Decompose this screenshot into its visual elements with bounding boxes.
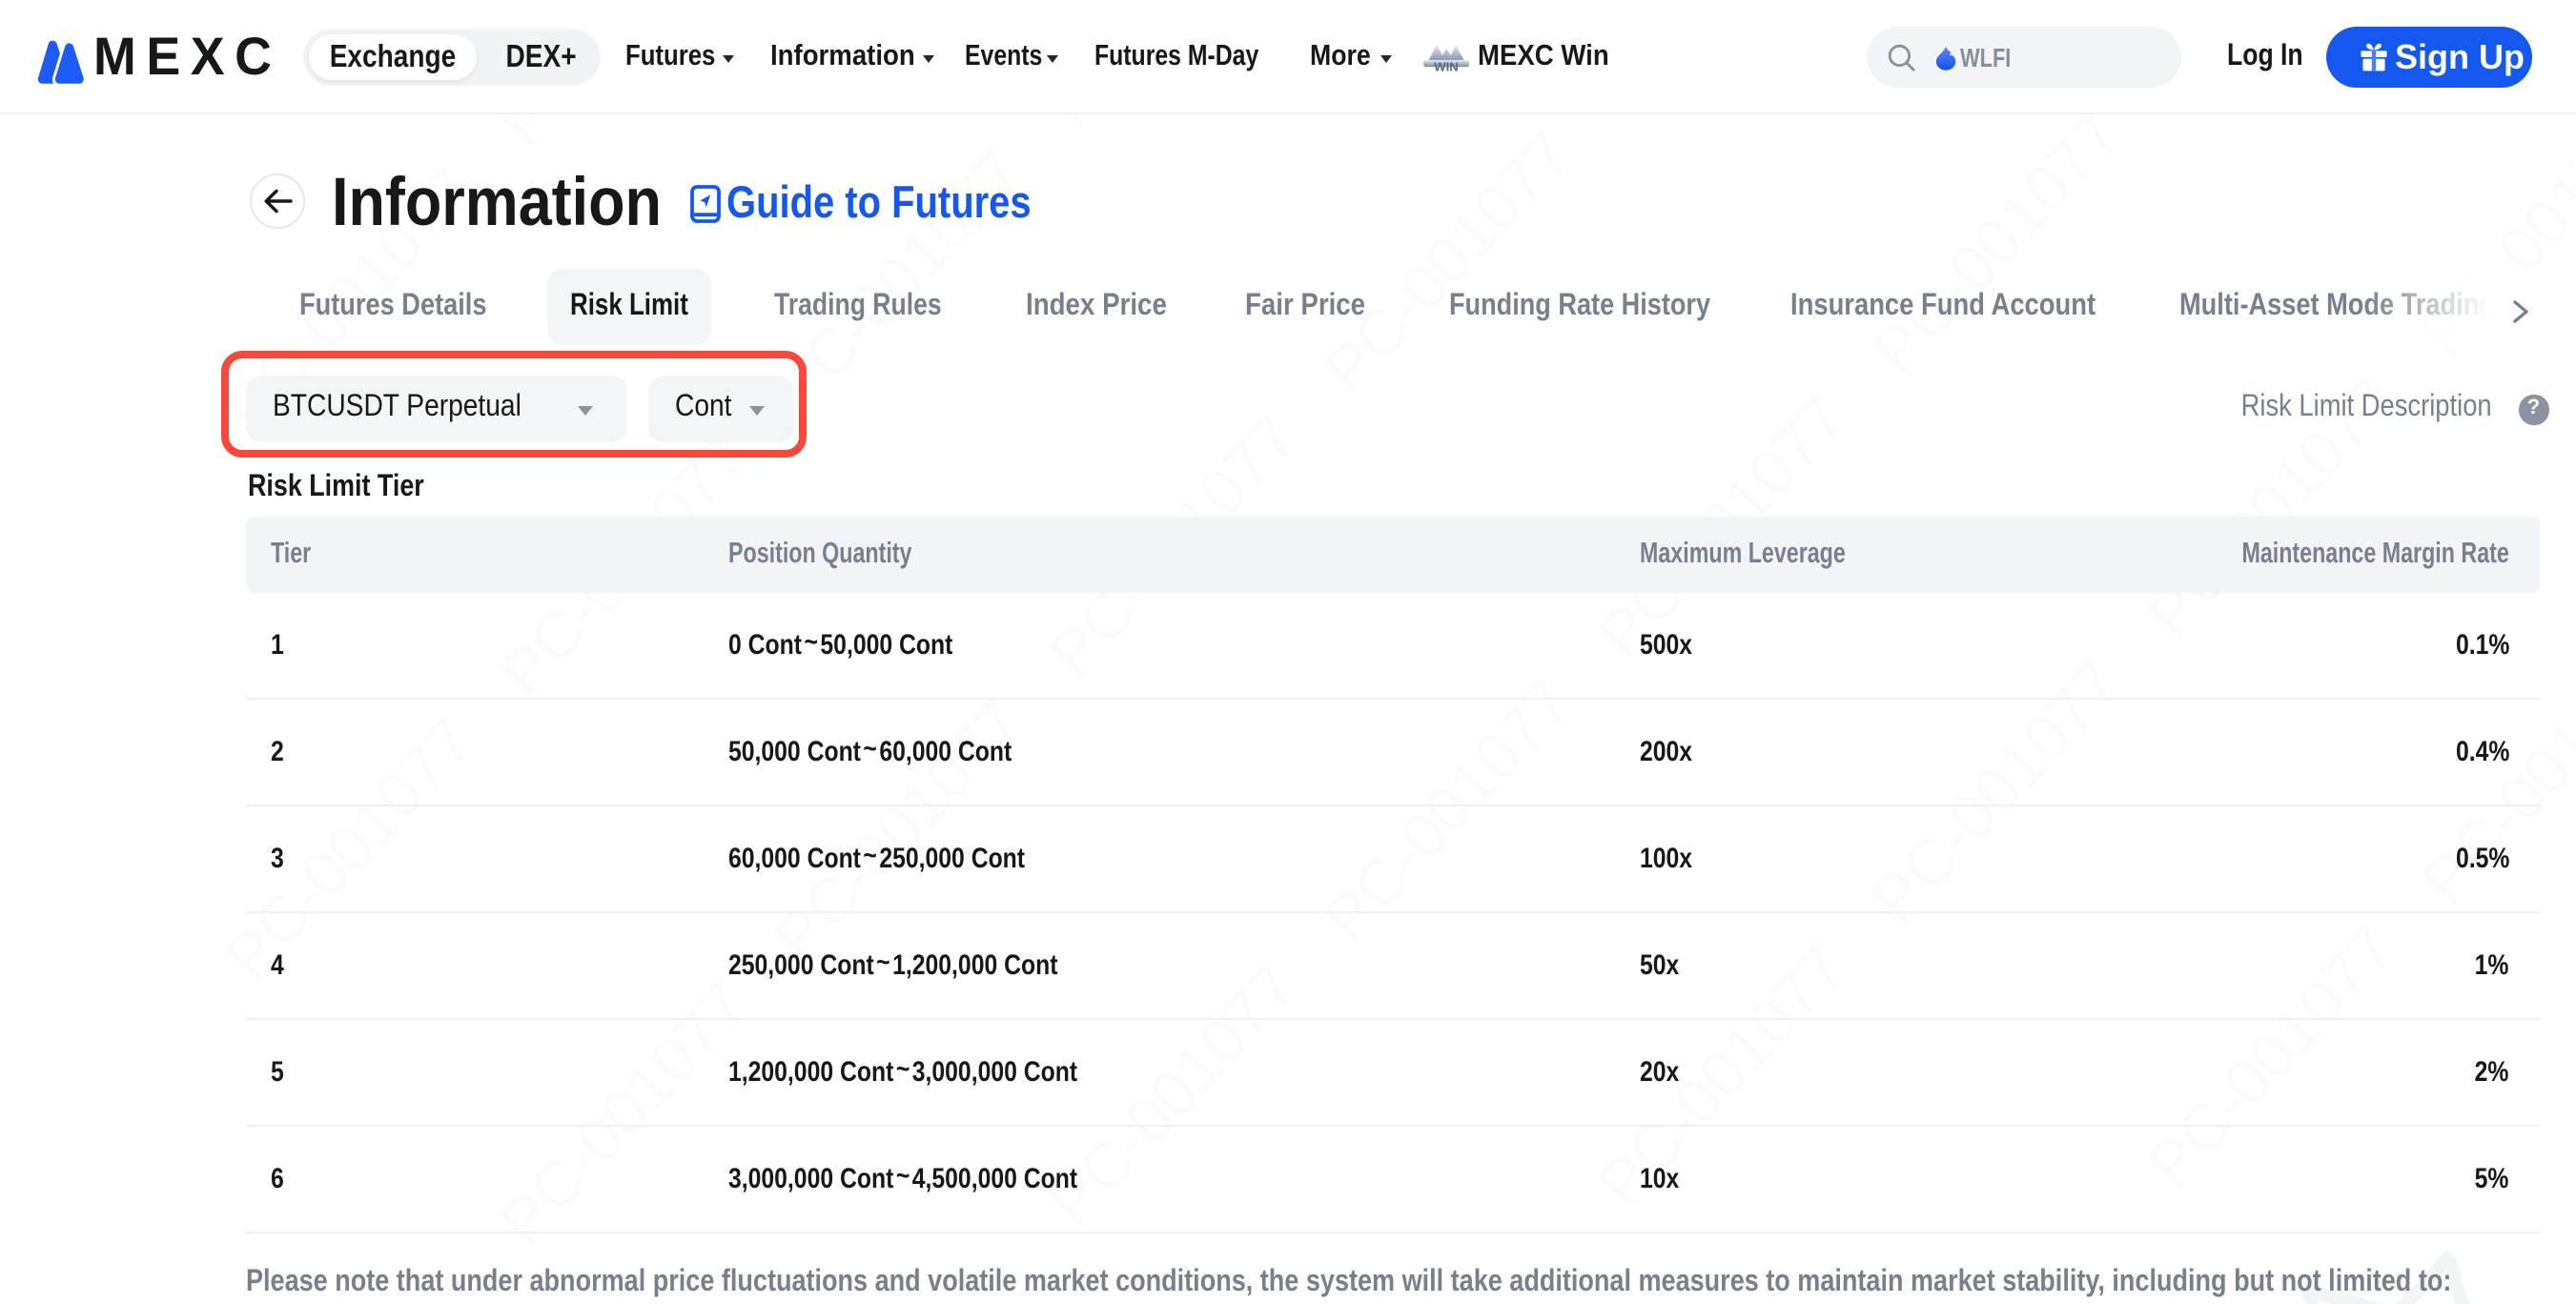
svg-text:WIN: WIN [1434, 60, 1459, 74]
svg-text:PC-001077: PC-001077 [1309, 117, 1585, 406]
